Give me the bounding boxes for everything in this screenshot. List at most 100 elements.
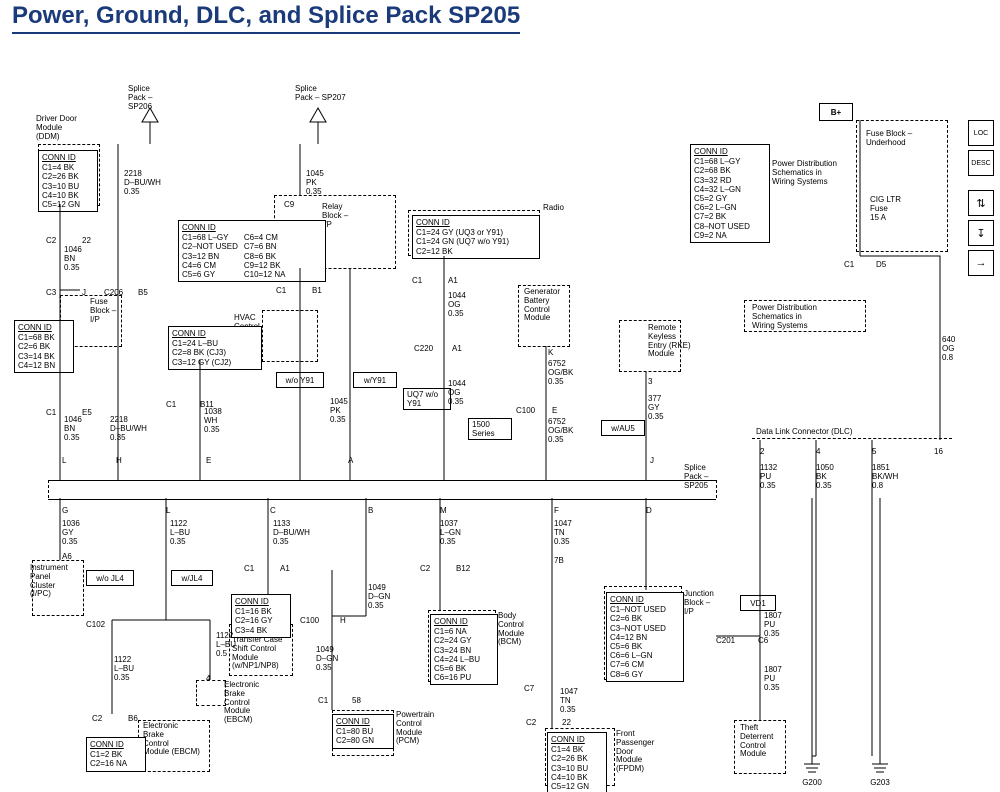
wire-1133: 1133 D–BU/WH 0.35	[273, 520, 310, 546]
w-y91-box: w/Y91	[353, 372, 397, 388]
s1500-box: 1500 Series	[468, 418, 512, 440]
pin-c1b: C1	[166, 400, 176, 409]
vd1-box: VD1	[740, 595, 776, 611]
fuseblock-ip-lbl: Fuse Block – I/P	[90, 298, 116, 324]
pin-4b: 4	[206, 674, 210, 683]
fuseblock-uh-lbl: Fuse Block – Underhood	[866, 130, 912, 148]
splice-pack-sp205-rail	[48, 480, 716, 500]
wo-jl4-box: w/o JL4	[86, 570, 134, 586]
wire-1037: 1037 L–GN 0.35	[440, 520, 461, 546]
pin-m: M	[440, 506, 447, 515]
pin-c9: C9	[284, 200, 294, 209]
bcm-label: Body Control Module (BCM)	[498, 612, 524, 647]
pin-jJ: J	[650, 456, 654, 465]
wire-1122c: 1122 L–BU 0.35	[114, 656, 134, 682]
rke-label: Remote Keyless Entry (RKE) Module	[648, 324, 691, 359]
pin-c2a: C2	[46, 236, 56, 245]
pin-hH: H	[340, 616, 346, 625]
wire-1044a: 1044 OG 0.35	[448, 292, 466, 318]
pin-c206: C206	[104, 288, 123, 297]
connid-hvac: CONN IDC1=24 L–BUC2=8 BK (CJ3)C3=12 GY (…	[168, 326, 262, 370]
wire-1122b: 1122 L–BU 0.5	[216, 632, 236, 658]
pin-c2c: C2	[526, 718, 536, 727]
pcm-label: Powertrain Control Module (PCM)	[396, 711, 434, 746]
ground-g200: G200	[800, 756, 824, 787]
wire-1046b: 1046 BN 0.35	[64, 416, 82, 442]
connid-radio: CONN IDC1=24 GY (UQ3 or Y91)C1=24 GN (UQ…	[412, 215, 540, 259]
connid-relay: CONN IDC1=68 L–GYC2–NOT USEDC3=12 BNC4=6…	[178, 220, 326, 282]
cigltr-label: CIG LTR Fuse 15 A	[870, 196, 901, 222]
pin-c220: C220	[414, 344, 433, 353]
wire-1038: 1038 WH 0.35	[204, 408, 222, 434]
page-title: Power, Ground, DLC, and Splice Pack SP20…	[12, 2, 520, 34]
wire-1122a: 1122 L–BU 0.35	[170, 520, 190, 546]
pin-7b: 7B	[554, 556, 564, 565]
pin-g: G	[62, 506, 68, 515]
wire-1044b: 1044 OG 0.35	[448, 380, 466, 406]
wire-2218: 2218 D–BU/WH 0.35	[124, 170, 161, 196]
pin-5: 5	[872, 447, 876, 456]
desc-button[interactable]: DESC	[968, 150, 994, 176]
ebcm2-label: Electronic Brake Control Module (EBCM)	[143, 722, 200, 757]
theft-label: Theft Deterrent Control Module	[740, 724, 773, 759]
pin-j: J	[82, 288, 86, 297]
wire-1049a: 1049 D–GN 0.35	[368, 584, 390, 610]
pin-2: 2	[760, 447, 764, 456]
wire-1851: 1851 BK/WH 0.8	[872, 464, 898, 490]
pin-4: 4	[816, 447, 820, 456]
wire-1050: 1050 BK 0.35	[816, 464, 834, 490]
splice-pack-sp207-label: Splice Pack – SP207	[295, 85, 346, 103]
wire-1807b: 1807 PU 0.35	[764, 666, 782, 692]
wire-6752b: 6752 OG/BK 0.35	[548, 418, 573, 444]
w-jl4-box: w/JL4	[171, 570, 213, 586]
ebcm-module-2	[196, 680, 226, 706]
wau5-box: w/AU5	[601, 420, 645, 436]
pin-d: D	[646, 506, 652, 515]
pin-c1e: C1	[844, 260, 854, 269]
pin-a1b: A1	[452, 344, 462, 353]
ground-g203: G203	[868, 756, 892, 787]
connid-fuseip: CONN IDC1=68 BKC2=6 BKC3=14 BKC4=12 BN	[14, 320, 74, 373]
pin-b: B	[368, 506, 373, 515]
pin-d5: D5	[876, 260, 886, 269]
connid-bcm: CONN IDC1=6 NAC2=24 GYC3=24 BNC4=24 L–BU…	[430, 614, 498, 685]
pin-f: F	[554, 506, 559, 515]
wire-1049b: 1049 D–GN 0.35	[316, 646, 338, 672]
pds-bot-label: Power Distribution Schematics in Wiring …	[752, 304, 817, 330]
pin-b5: B5	[138, 288, 148, 297]
wire-6752a: 6752 OG/BK 0.35	[548, 360, 573, 386]
splice-pack-sp206-label: Splice Pack – SP206	[128, 85, 152, 111]
connid-fuseuh: CONN IDC1=68 L–GYC2=68 BKC3=32 RDC4=32 L…	[690, 144, 770, 243]
pin-e: E	[206, 456, 211, 465]
nav-button[interactable]: ⇅	[968, 190, 994, 216]
ebcm1-label: Electronic Brake Control Module (EBCM)	[224, 681, 259, 725]
uq7-box: UQ7 w/o Y91	[403, 388, 451, 410]
pin-c1f: C1	[244, 564, 254, 573]
rail-end-left	[48, 480, 50, 498]
wire-1036: 1036 GY 0.35	[62, 520, 80, 546]
dlc-box	[752, 438, 952, 463]
next-button[interactable]: →	[968, 250, 994, 276]
pds-top-label: Power Distribution Schematics in Wiring …	[772, 160, 837, 186]
pin-k: K	[548, 348, 553, 357]
fpdm-label: Front Passenger Door Module (FPDM)	[616, 730, 654, 774]
connid-pcm: CONN IDC1=80 BUC2=80 GN	[332, 714, 394, 749]
pin-c7: C7	[524, 684, 534, 693]
wire-377: 377 GY 0.35	[648, 395, 664, 421]
pin-c3: C3	[46, 288, 56, 297]
print-button[interactable]: ↧	[968, 220, 994, 246]
pin-h: H	[116, 456, 122, 465]
wire-640: 640 OG 0.8	[942, 336, 955, 362]
jblock-label: Junction Block – I/P	[684, 590, 714, 616]
connid-ebcm: CONN IDC1=2 BKC2=16 NA	[86, 737, 146, 772]
pin-c2b: C2	[420, 564, 430, 573]
radio-label: Radio	[543, 204, 564, 213]
connid-tcsc: CONN IDC1=16 BKC2=16 GYC3=4 BK	[231, 594, 291, 638]
loc-button[interactable]: LOC	[968, 120, 994, 146]
genbat-label: Generator Battery Control Module	[524, 288, 560, 323]
pin-lL: L	[166, 506, 170, 515]
pin-eE: E	[552, 406, 557, 415]
pin-c2d: C2	[92, 714, 102, 723]
wire-1132: 1132 PU 0.35	[760, 464, 777, 490]
pin-a6: A6	[62, 552, 72, 561]
